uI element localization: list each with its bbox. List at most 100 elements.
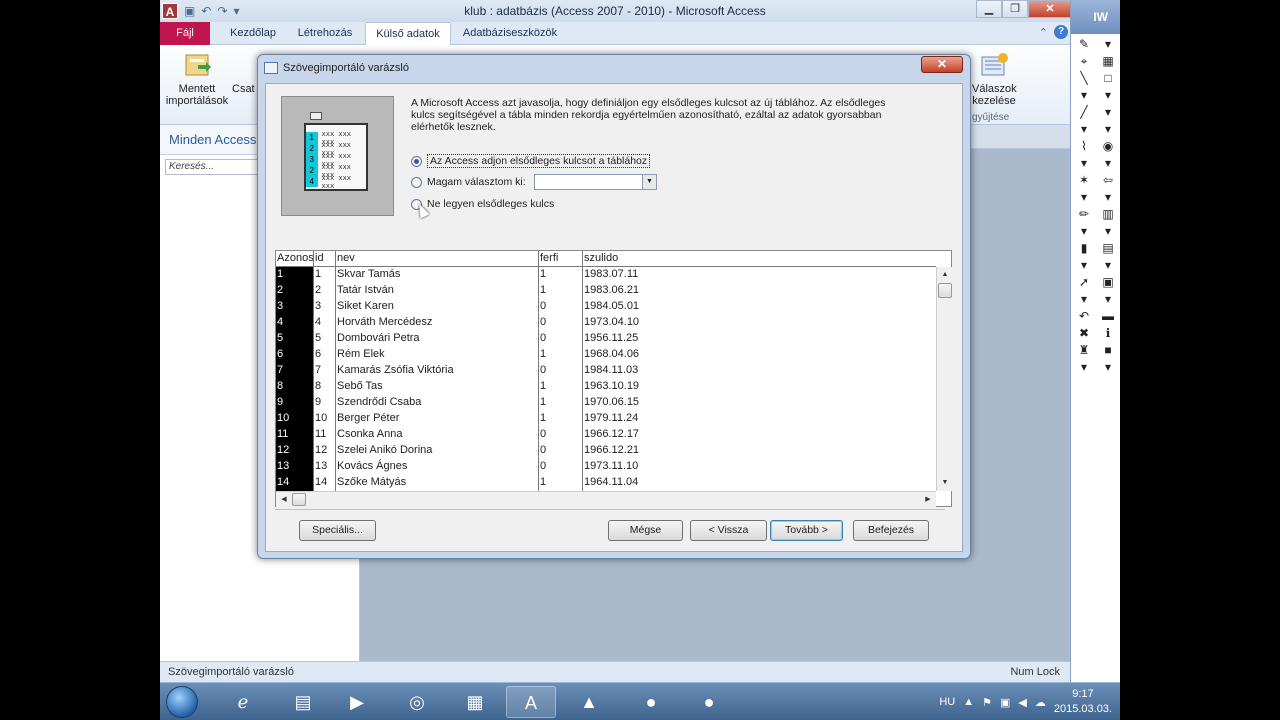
dialog-close-button[interactable]: ✕ (921, 56, 963, 73)
dropdown-icon[interactable]: ▾ (1073, 122, 1095, 136)
saved-imports-button[interactable]: Mentett importálások (164, 51, 230, 107)
help-icon[interactable]: ? (1054, 25, 1068, 39)
horizontal-scrollbar[interactable]: ◀ ▶ (276, 491, 936, 507)
screen-icon[interactable]: ▣ (1097, 275, 1119, 289)
start-button[interactable] (166, 686, 198, 718)
table-row: 4 4 Horváth Mercédesz 0 1973.04.10 (276, 315, 936, 331)
dropdown-icon[interactable]: ▾ (1097, 88, 1119, 102)
advanced-button[interactable]: Speciális... (299, 520, 376, 541)
chevron-down-icon[interactable]: ▼ (642, 175, 656, 189)
back-button[interactable]: < Vissza (690, 520, 767, 541)
dropdown-icon[interactable]: ▾ (1097, 190, 1119, 204)
annotation-toolbar-header[interactable]: IW (1071, 0, 1120, 34)
green-icon[interactable]: ■ (1097, 343, 1119, 357)
dropdown-icon[interactable]: ▾ (1097, 360, 1119, 374)
scroll-right-icon[interactable]: ▶ (920, 492, 936, 508)
column-header-ferfi[interactable]: ferfi (539, 251, 582, 267)
cell-szulido: 1983.07.11 (584, 268, 639, 280)
column-header-szulido[interactable]: szulido (583, 251, 933, 267)
dropdown-icon[interactable]: ▾ (1073, 224, 1095, 238)
tab-home[interactable]: Kezdőlap (218, 22, 288, 45)
stamp-icon[interactable]: ♜ (1073, 343, 1095, 357)
info-icon[interactable]: ℹ (1097, 326, 1119, 340)
column-header-id[interactable]: id (314, 251, 335, 267)
next-button[interactable]: Tovább > (770, 520, 843, 541)
dropdown-icon[interactable]: ▾ (1097, 37, 1119, 51)
maximize-button[interactable]: ❐ (1002, 0, 1028, 18)
cancel-button[interactable]: Mégse (608, 520, 683, 541)
mouse-icon[interactable]: ⌖ (1073, 54, 1095, 68)
vertical-scroll-thumb[interactable] (938, 283, 952, 298)
grid-icon[interactable]: ▤ (1097, 241, 1119, 255)
toolbox-icon[interactable]: ▬ (1097, 309, 1119, 323)
close-button[interactable]: ✕ (1028, 0, 1070, 18)
manage-replies-button[interactable]: Válaszok kezelése (972, 51, 1017, 107)
rectangle-icon[interactable]: □ (1097, 71, 1119, 85)
dropdown-icon[interactable]: ▾ (1097, 122, 1119, 136)
pencil-icon[interactable]: ✏ (1073, 207, 1095, 221)
marker-icon[interactable]: ╱ (1073, 105, 1095, 119)
pointer-icon[interactable]: ➚ (1073, 275, 1095, 289)
calculator-icon[interactable]: ▦ (450, 686, 500, 718)
access-taskbar-icon[interactable]: A (506, 686, 556, 718)
undo-icon[interactable]: ↶ (1073, 309, 1095, 323)
radio-access-adds-key[interactable] (411, 155, 422, 167)
option-choose-own-key[interactable]: Magam választom ki: (411, 176, 526, 188)
radio-choose-own-key[interactable] (411, 176, 422, 188)
dropdown-icon[interactable]: ▾ (1073, 292, 1095, 306)
scroll-up-icon[interactable]: ▲ (937, 267, 953, 283)
pen-icon[interactable]: ✎ (1073, 37, 1095, 51)
dropdown-icon[interactable]: ▾ (1073, 258, 1095, 272)
minimize-ribbon-icon[interactable]: ⌃ (1039, 26, 1048, 39)
dropdown-icon[interactable]: ▾ (1097, 156, 1119, 170)
dropdown-icon[interactable]: ▾ (1073, 360, 1095, 374)
tab-database-tools[interactable]: Adatbáziseszközök (456, 22, 564, 45)
palette-icon[interactable]: ◉ (1097, 139, 1119, 153)
option-no-primary-key[interactable]: Ne legyen elsődleges kulcs (411, 198, 554, 210)
pdf-icon[interactable]: ▲ (564, 686, 614, 718)
eraser-icon[interactable]: ▮ (1073, 241, 1095, 255)
flag-icon[interactable]: ⚑ (982, 696, 992, 709)
dropdown-icon[interactable]: ▾ (1097, 224, 1119, 238)
dropdown-icon[interactable]: ▾ (1097, 105, 1119, 119)
scroll-left-icon[interactable]: ◀ (276, 492, 292, 508)
internet-explorer-icon[interactable]: ℯ (218, 686, 268, 718)
table-row: 6 6 Rém Elek 1 1968.04.06 (276, 347, 936, 363)
dropdown-icon[interactable]: ▾ (1073, 88, 1095, 102)
minimize-button[interactable]: ▁ (976, 0, 1002, 18)
tab-external-data[interactable]: Külső adatok (365, 22, 451, 45)
network-icon[interactable]: ▣ (1000, 696, 1010, 709)
cloud-icon[interactable]: ☁ (1035, 696, 1046, 709)
annotation-app-icon-2[interactable]: ● (684, 686, 734, 718)
show-hidden-icons-icon[interactable]: ▲ (963, 696, 974, 708)
annotation-app-icon[interactable]: ● (626, 686, 676, 718)
media-player-icon[interactable]: ▶ (332, 686, 382, 718)
dropdown-icon[interactable]: ▾ (1097, 258, 1119, 272)
option-access-adds-key[interactable]: Az Access adjon elsődleges kulcsot a táb… (411, 154, 651, 168)
language-indicator[interactable]: HU (939, 696, 955, 708)
file-explorer-icon[interactable]: ▤ (278, 686, 328, 718)
dropdown-icon[interactable]: ▾ (1073, 156, 1095, 170)
horizontal-scroll-thumb[interactable] (292, 493, 306, 506)
vertical-scrollbar[interactable]: ▲ ▼ (936, 267, 953, 491)
key-field-combobox[interactable]: ▼ (534, 174, 657, 190)
magic-icon[interactable]: ✶ (1073, 173, 1095, 187)
data-preview-grid[interactable]: Azonosító id nev ferfi szulido 11Skvar T… (275, 250, 953, 507)
highlighter-icon[interactable]: ⌇ (1073, 139, 1095, 153)
clock[interactable]: 9:17 2015.03.03. (1054, 687, 1112, 717)
finish-button[interactable]: Befejezés (853, 520, 929, 541)
tab-create[interactable]: Létrehozás (290, 22, 360, 45)
column-header-azonosito[interactable]: Azonosító (276, 251, 313, 267)
image-icon[interactable]: ▦ (1097, 54, 1119, 68)
line-icon[interactable]: ╲ (1073, 71, 1095, 85)
dropdown-icon[interactable]: ▾ (1097, 292, 1119, 306)
page-icon[interactable]: ▥ (1097, 207, 1119, 221)
chrome-icon[interactable]: ◎ (392, 686, 442, 718)
arrow-left-icon[interactable]: ⇦ (1097, 173, 1119, 187)
dropdown-icon[interactable]: ▾ (1073, 190, 1095, 204)
delete-icon[interactable]: ✖ (1073, 326, 1095, 340)
column-header-nev[interactable]: nev (336, 251, 538, 267)
volume-icon[interactable]: ◀ (1018, 696, 1026, 709)
scroll-down-icon[interactable]: ▼ (937, 475, 953, 491)
tab-file[interactable]: Fájl (160, 22, 210, 45)
